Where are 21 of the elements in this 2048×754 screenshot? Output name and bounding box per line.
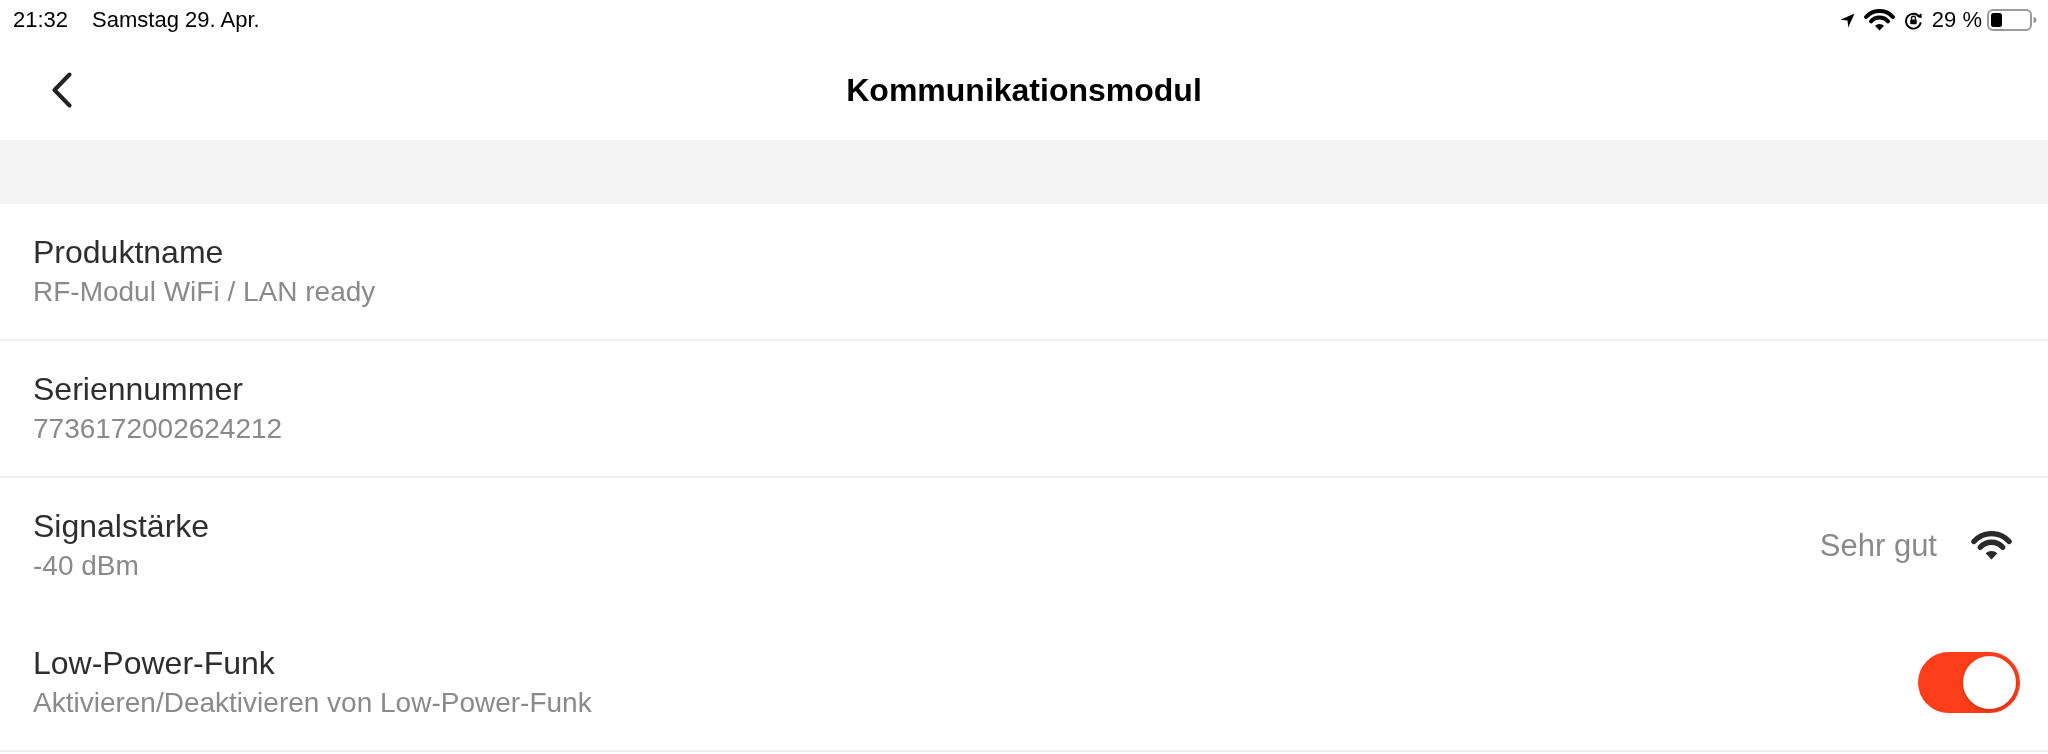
battery-icon (1987, 9, 2037, 31)
setting-label: Low-Power-Funk (33, 643, 275, 683)
signal-quality-label: Sehr gut (1819, 526, 1937, 565)
setting-label: Seriennummer (33, 369, 243, 409)
back-button[interactable] (51, 72, 72, 108)
setting-detail: -40 dBm (33, 548, 139, 583)
setting-label: Signalstärke (33, 506, 210, 546)
page-title: Kommunikationsmodul (846, 71, 1202, 110)
toggle-switch[interactable] (1918, 652, 2020, 713)
wifi-icon (1863, 9, 1895, 31)
wifi-signal-icon (1971, 531, 2012, 560)
status-time: 21:32 (13, 7, 69, 33)
chevron-left-icon (51, 72, 72, 108)
setting-label: Produktname (33, 232, 224, 272)
location-arrow-icon (1839, 12, 1855, 28)
rotation-lock-icon (1903, 10, 1923, 30)
battery-percentage: 29 % (1931, 7, 1982, 33)
setting-detail: Aktivieren/Deaktivieren von Low-Power-Funk (33, 685, 592, 720)
status-date: Samstag 29. Apr. (92, 7, 260, 33)
setting-detail: RF-Modul WiFi / LAN ready (33, 274, 376, 309)
setting-detail: 7736172002624212 (33, 411, 283, 446)
